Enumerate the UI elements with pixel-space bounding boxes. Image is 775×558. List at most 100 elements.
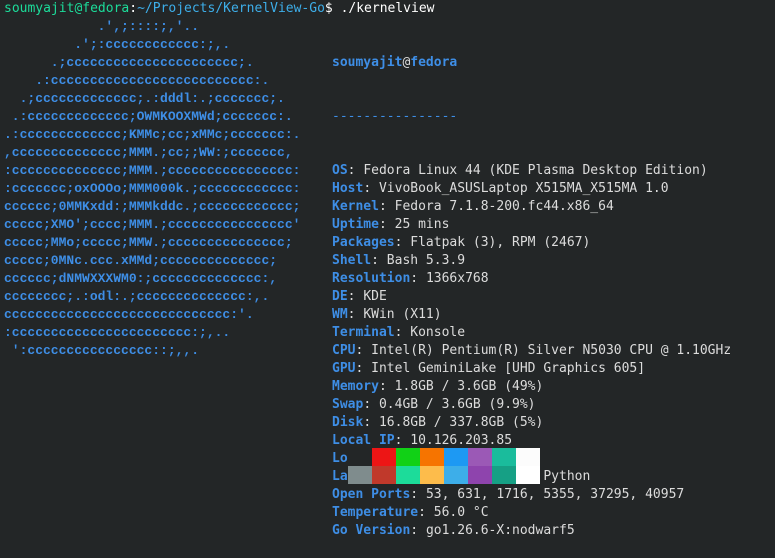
info-row: Kernel: Fedora 7.1.8-200.fc44.x86_64 (332, 199, 614, 214)
logo-line: cccccc;0MMKxdd:;MMMkddc.;cccccccccccc; (4, 199, 301, 214)
logo-line: .:cccccccccccccccccccccccccc:. (4, 73, 270, 88)
info-value: 16.8GB / 337.8GB (5%) (378, 415, 544, 430)
color-swatch (516, 466, 540, 484)
info-value: KDE (363, 289, 387, 304)
info-key: Go Version (332, 523, 411, 538)
color-swatch (396, 466, 420, 484)
logo-line: ccccc;MMo;ccccc;MMW.;ccccccccccccccc; (4, 235, 293, 250)
info-key: GPU (332, 361, 356, 376)
logo-line: cccccccc;.:odl:.;cccccccccccccc:,. (4, 289, 270, 304)
info-key: Uptime (332, 217, 379, 232)
color-swatch (468, 448, 492, 466)
info-row: DE: KDE (332, 289, 387, 304)
color-swatch (348, 466, 372, 484)
info-value: Intel(R) Pentium(R) Silver N5030 CPU @ 1… (371, 343, 732, 358)
color-swatch (444, 448, 468, 466)
info-row: GPU: Intel GeminiLake [UHD Graphics 605] (332, 361, 646, 376)
logo-line: ccccc;XMO';cccc;MMM.;cccccccccccccccc' (4, 217, 301, 232)
logo-line: .;ccccccccccccc;.:dddl:.;ccccccc;. (4, 91, 285, 106)
palette-row-normal (348, 448, 540, 466)
info-row: CPU: Intel(R) Pentium(R) Silver N5030 CP… (332, 343, 732, 358)
info-value: 0.4GB / 3.6GB (9.9%) (378, 397, 536, 412)
info-key: Disk (332, 415, 364, 430)
prompt-user-host: soumyajit@fedora (4, 1, 130, 16)
color-swatch (516, 448, 540, 466)
color-swatch (372, 466, 396, 484)
color-palette (348, 448, 540, 484)
info-row: Packages: Flatpak (3), RPM (2467) (332, 235, 591, 250)
logo-line: :ccccccc;oxOOOo;MMM000k.;cccccccccccc: (4, 181, 301, 196)
color-swatch (396, 448, 420, 466)
info-value: go1.26.6-X:nodwarf5 (425, 523, 575, 538)
info-value: VivoBook_ASUSLaptop X515MA_X515MA 1.0 (378, 181, 669, 196)
logo-line: ,cccccccccccccc;MMM.;cc;;WW:;ccccccc, (4, 145, 293, 160)
logo-line: ccccc;0MNc.ccc.xMMd;cccccccccccccc; (4, 253, 278, 268)
info-value: 1.8GB / 3.6GB (49%) (394, 379, 544, 394)
color-swatch (492, 466, 516, 484)
info-key: Resolution (332, 271, 411, 286)
logo-line: :cccccccccccccc;MMM.;cccccccccccccccc: (4, 163, 301, 178)
logo-line: ccccccccccccccccccccccccccccc:'. (4, 307, 254, 322)
color-swatch (420, 466, 444, 484)
logo-line: :ccccccccccccccccccccccc:;,.. (4, 325, 231, 340)
prompt-symbol: $ (324, 1, 333, 16)
color-swatch (444, 466, 468, 484)
logo-line: .',;::::;,'.. (4, 19, 200, 34)
logo-line: .;cccccccccccccccccccccc;. (4, 55, 254, 70)
info-key: Packages (332, 235, 395, 250)
info-key: Host (332, 181, 364, 196)
info-key: OS (332, 163, 348, 178)
info-key: Kernel (332, 199, 379, 214)
info-row: Swap: 0.4GB / 3.6GB (9.9%) (332, 397, 536, 412)
info-row: Go Version: go1.26.6-X:nodwarf5 (332, 523, 575, 538)
info-key: Shell (332, 253, 372, 268)
info-row: Host: VivoBook_ASUSLaptop X515MA_X515MA … (332, 181, 669, 196)
info-key: Swap (332, 397, 364, 412)
info-key: Memory (332, 379, 379, 394)
color-swatch (348, 448, 372, 466)
palette-row-bright (348, 466, 540, 484)
info-key: Temperature (332, 505, 419, 520)
info-header: soumyajit@fedora (332, 54, 731, 72)
info-row: OS: Fedora Linux 44 (KDE Plasma Desktop … (332, 163, 708, 178)
info-value: 1366x768 (425, 271, 489, 286)
logo-line: .:ccccccccccccc;KMMc;cc;xMMc;ccccccc:. (4, 127, 301, 142)
info-row: WM: KWin (X11) (332, 307, 442, 322)
info-row: Uptime: 25 mins (332, 217, 450, 232)
info-key: Local IP (332, 433, 395, 448)
fedora-ascii-logo: .',;::::;,'.. .';:cccccccccccc:;,. .;ccc… (4, 18, 300, 360)
info-value: Intel GeminiLake [UHD Graphics 605] (371, 361, 646, 376)
logo-line: ':cccccccccccccccc::;,,. (4, 343, 200, 358)
info-value: 56.0 °C (433, 505, 489, 520)
info-value: KWin (X11) (363, 307, 442, 322)
info-row: Memory: 1.8GB / 3.6GB (49%) (332, 379, 544, 394)
color-swatch (372, 448, 396, 466)
info-row: Open Ports: 53, 631, 1716, 5355, 37295, … (332, 487, 685, 502)
prompt-command: ./kernelview (340, 1, 435, 16)
logo-line: .:ccccccccccccc;OWMKOOXMWd;ccccccc:. (4, 109, 293, 124)
info-row: Shell: Bash 5.3.9 (332, 253, 466, 268)
info-value: 10.126.203.85 (410, 433, 513, 448)
color-swatch (468, 466, 492, 484)
info-value: 25 mins (394, 217, 450, 232)
prompt-path: ~/Projects/KernelView-Go (137, 1, 325, 16)
info-value: Flatpak (3), RPM (2467) (410, 235, 591, 250)
info-value: Bash 5.3.9 (386, 253, 466, 268)
info-row: Resolution: 1366x768 (332, 271, 489, 286)
logo-line: .';:cccccccccccc:;,. (4, 37, 231, 52)
info-key: DE (332, 289, 348, 304)
info-key: CPU (332, 343, 356, 358)
color-swatch (492, 448, 516, 466)
logo-line: cccccc;dNMWXXXWM0:;cccccccccccccc:, (4, 271, 278, 286)
info-value: Fedora 7.1.8-200.fc44.x86_64 (394, 199, 614, 214)
color-swatch (420, 448, 444, 466)
info-hostname: fedora (410, 55, 458, 70)
info-username: soumyajit (332, 55, 403, 70)
info-value: Konsole (410, 325, 466, 340)
shell-prompt: soumyajit@fedora:~/Projects/KernelView-G… (4, 1, 435, 16)
info-key: Terminal (332, 325, 395, 340)
info-key: WM (332, 307, 348, 322)
info-separator: ---------------- (332, 109, 458, 124)
info-row: Temperature: 56.0 °C (332, 505, 489, 520)
info-value: Fedora Linux 44 (KDE Plasma Desktop Edit… (363, 163, 708, 178)
